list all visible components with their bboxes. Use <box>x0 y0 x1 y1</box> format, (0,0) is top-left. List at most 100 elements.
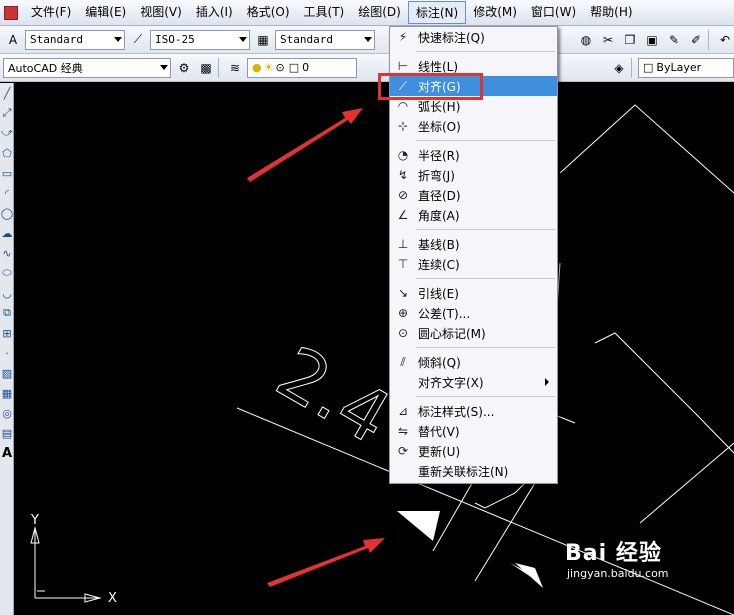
sun-icon: ☀ <box>263 61 274 74</box>
undo-icon[interactable]: ↶ <box>716 31 734 49</box>
menu-item-label: 连续(C) <box>418 257 460 272</box>
workspace-combo[interactable]: AutoCAD 经典 <box>3 57 171 78</box>
menu-item-label: 坐标(O) <box>418 119 461 134</box>
dimension-menu-item[interactable]: ⊤ 连续(C) <box>390 254 557 274</box>
menu-item[interactable]: 窗口(W) <box>524 1 583 24</box>
menu-item-label: 倾斜(Q) <box>418 355 461 370</box>
color-combo[interactable]: □ ByLayer <box>638 57 734 78</box>
ordinate-icon: ⊹ <box>397 119 409 133</box>
dimension-menu-item[interactable]: ∠ 角度(A) <box>390 205 557 225</box>
app-icon[interactable] <box>4 5 18 20</box>
menu-item-label: 更新(U) <box>418 444 461 459</box>
dimension-menu-item[interactable]: ⊘ 直径(D) <box>390 185 557 205</box>
multiline-text-icon[interactable]: A <box>0 443 14 463</box>
dim-style-icon[interactable]: ⟋ <box>129 31 147 49</box>
menu-separator <box>390 274 557 283</box>
polygon-icon[interactable]: ⬠ <box>0 143 14 163</box>
ellipse-icon[interactable]: ⬭ <box>0 263 14 283</box>
dimension-arrow <box>515 563 543 588</box>
color-swatch-icon: □ <box>643 61 654 74</box>
draw-toolbar: ╱ ⤢ ⤻ ⬠ ▭ ◜ ◯ ☁ ∿ ⬭ ◡ ⧉ ⊞ · ▨ ▦ ◎ ▤ A <box>0 83 14 615</box>
spline-icon[interactable]: ∿ <box>0 243 14 263</box>
match-properties-icon[interactable]: ✎ <box>665 31 683 49</box>
brush-icon[interactable]: ✐ <box>687 31 705 49</box>
paste-icon[interactable]: ▣ <box>643 31 661 49</box>
lightbulb-icon: ● <box>252 61 262 74</box>
menu-item[interactable]: 绘图(D) <box>351 1 408 24</box>
make-block-icon[interactable]: ⊞ <box>0 323 14 343</box>
ucs-y-label: Y <box>30 513 39 528</box>
dimension-menu-item[interactable]: ⊹ 坐标(O) <box>390 116 557 136</box>
layer-manager-icon[interactable]: ≋ <box>226 59 244 77</box>
layer-combo[interactable]: ● ☀ ⊙ □ 0 <box>247 57 357 78</box>
workspace-icon[interactable]: ▩ <box>197 59 215 77</box>
baidu-watermark: Bai 经验 jingyan.baidu.com <box>565 535 669 580</box>
menu-item[interactable]: 格式(O) <box>240 1 297 24</box>
menu-item[interactable]: 标注(N) <box>407 1 467 24</box>
menu-item[interactable]: 帮助(H) <box>583 1 639 24</box>
dimension-menu-item[interactable]: ⊕ 公差(T)... <box>390 303 557 323</box>
dimension-menu-item[interactable]: ↘ 引线(E) <box>390 283 557 303</box>
separator <box>708 29 709 50</box>
menu-item-label: 直径(D) <box>418 188 461 203</box>
menu-separator <box>390 136 557 145</box>
dimension-menu-item[interactable]: ⟳ 更新(U) <box>390 441 557 461</box>
menu-item-label: 半径(R) <box>418 148 460 163</box>
text-style-icon[interactable]: A <box>4 31 22 49</box>
dim-style-combo[interactable]: ISO-25 <box>150 29 250 50</box>
styles-toolbar: A Standard ⟋ ISO-25 ▦ Standard ◍ ✂ ❐ ▣ ✎… <box>0 26 734 54</box>
linear-dimension-icon: ⊢ <box>397 59 409 73</box>
arc-icon[interactable]: ◜ <box>0 183 14 203</box>
globe-icon[interactable]: ◍ <box>577 31 595 49</box>
region-icon[interactable]: ◎ <box>0 403 14 423</box>
dimension-text: 2.4 <box>263 330 404 460</box>
menu-item[interactable]: 视图(V) <box>133 1 189 24</box>
color-swatch-icon: □ <box>288 61 300 74</box>
menu-item-label: 折弯(J) <box>418 168 455 183</box>
dimension-menu-item[interactable]: ↯ 折弯(J) <box>390 165 557 185</box>
dimension-menu-item[interactable]: 对齐文字(X) <box>390 372 557 392</box>
polyline-icon[interactable]: ⤻ <box>0 123 14 143</box>
dimension-menu-item[interactable]: ◔ 半径(R) <box>390 145 557 165</box>
circle-icon[interactable]: ◯ <box>0 203 14 223</box>
table-icon[interactable]: ▤ <box>0 423 14 443</box>
construction-line-icon[interactable]: ⤢ <box>0 103 14 123</box>
cut-icon[interactable]: ✂ <box>599 31 617 49</box>
menu-separator <box>390 225 557 234</box>
layer-previous-icon[interactable]: ◈ <box>610 59 628 77</box>
menu-item[interactable]: 编辑(E) <box>78 1 133 24</box>
text-style-combo[interactable]: Standard <box>25 29 125 50</box>
gradient-icon[interactable]: ▦ <box>0 383 14 403</box>
menu-item[interactable]: 文件(F) <box>24 1 78 24</box>
ellipse-arc-icon[interactable]: ◡ <box>0 283 14 303</box>
table-style-icon[interactable]: ▦ <box>254 31 272 49</box>
revision-cloud-icon[interactable]: ☁ <box>0 223 14 243</box>
table-style-combo[interactable]: Standard <box>275 29 375 50</box>
settings-icon[interactable]: ⚙ <box>175 59 193 77</box>
menu-item[interactable]: 工具(T) <box>297 1 352 24</box>
jogged-icon: ↯ <box>397 168 409 182</box>
dimension-menu-item[interactable]: ⫽ 倾斜(Q) <box>390 352 557 372</box>
dimension-style-icon: ⊿ <box>397 404 409 418</box>
menu-item-label: 对齐文字(X) <box>418 375 484 390</box>
dimension-menu-item[interactable]: ⚡ 快速标注(Q) <box>390 27 557 47</box>
arc-length-icon: ◠ <box>397 99 409 113</box>
angular-icon: ∠ <box>397 208 409 222</box>
insert-block-icon[interactable]: ⧉ <box>0 303 14 323</box>
dimension-menu-item[interactable]: ⊙ 圆心标记(M) <box>390 323 557 343</box>
dimension-menu-item[interactable]: ⇋ 替代(V) <box>390 421 557 441</box>
rectangle-icon[interactable]: ▭ <box>0 163 14 183</box>
menu-item[interactable]: 插入(I) <box>189 1 240 24</box>
copy-icon[interactable]: ❐ <box>621 31 639 49</box>
point-icon[interactable]: · <box>0 343 14 363</box>
dimension-menu-item[interactable]: ⊥ 基线(B) <box>390 234 557 254</box>
line-icon[interactable]: ╱ <box>0 83 14 103</box>
watermark-brand: Bai 经验 <box>565 541 662 566</box>
oblique-icon: ⫽ <box>400 354 406 369</box>
menu-item-label: 标注样式(S)... <box>418 404 495 419</box>
dimension-menu-item[interactable]: 重新关联标注(N) <box>390 461 557 481</box>
dimension-menu-item[interactable]: ⊿ 标注样式(S)... <box>390 401 557 421</box>
override-icon: ⇋ <box>397 424 409 438</box>
hatch-icon[interactable]: ▨ <box>0 363 14 383</box>
menu-item[interactable]: 修改(M) <box>466 1 524 24</box>
